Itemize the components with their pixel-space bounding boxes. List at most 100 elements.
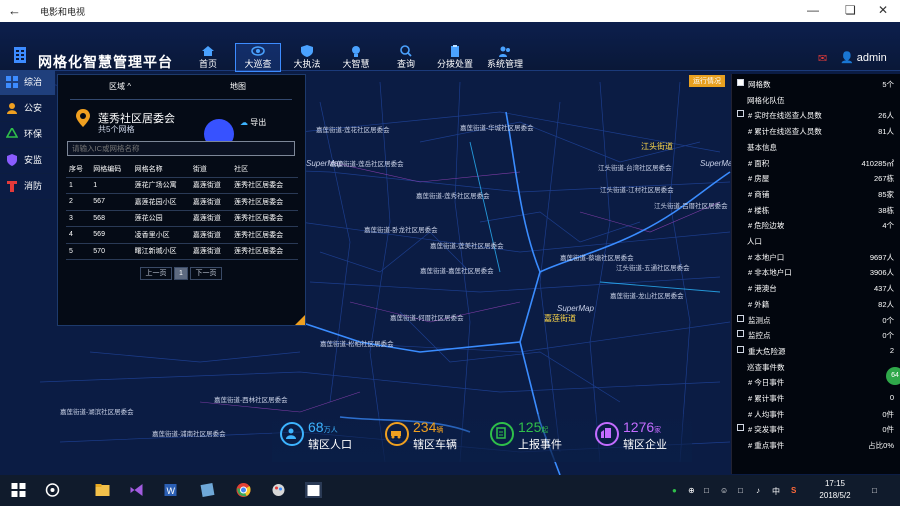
- stat-row-label: # 房屋: [748, 174, 770, 184]
- minimize-icon[interactable]: —: [807, 3, 819, 17]
- next-page-button[interactable]: 下一页: [190, 267, 222, 280]
- notification-center-icon[interactable]: □: [872, 486, 877, 495]
- table-row[interactable]: 5 570 曙江新城小区 嘉莲街道 莲秀社区居委会: [66, 243, 298, 260]
- table-row[interactable]: 3 568 莲花公园 嘉莲街道 莲秀社区居委会: [66, 210, 298, 227]
- visual-studio-icon[interactable]: [128, 482, 145, 498]
- car-icon: [385, 422, 409, 446]
- sidebar-item-label: 消防: [24, 181, 43, 191]
- stat-row[interactable]: # 实时在线巡查人员数 26人: [732, 107, 900, 122]
- stat-row-value: 38栋: [878, 205, 894, 215]
- system-clock[interactable]: 17:15 2018/5/2: [817, 479, 853, 500]
- map-label: 嘉莲街道-何厝社区居委会: [390, 315, 464, 322]
- stat-row: # 非本地户口 3906人: [732, 264, 900, 279]
- nav-system[interactable]: 系统管理: [483, 44, 527, 70]
- close-icon[interactable]: ✕: [878, 3, 888, 17]
- stat-number: 125: [518, 419, 542, 435]
- export-button[interactable]: ☁ 导出: [240, 117, 266, 128]
- stat-row[interactable]: 监控点 0个: [732, 327, 900, 342]
- col-header: 网格名称: [131, 161, 190, 178]
- file-explorer-icon[interactable]: [94, 482, 111, 498]
- sidebar-item-label: 公安: [24, 103, 43, 113]
- security-icon[interactable]: □: [704, 486, 709, 495]
- status-tag[interactable]: 运行情况: [689, 75, 725, 87]
- col-header: 社区: [231, 161, 298, 178]
- stat-row: # 累计事件 0: [732, 390, 900, 405]
- map-label: 嘉莲街道-松柏社区居委会: [320, 341, 394, 348]
- stat-row-label: 监控点: [748, 331, 771, 341]
- map-label: 江头街道-吕厝社区居委会: [654, 203, 728, 210]
- layer-checkbox[interactable]: [737, 110, 744, 118]
- layer-checkbox[interactable]: [737, 314, 744, 322]
- user-menu[interactable]: 👤 admin: [840, 51, 887, 64]
- stat-row-value: 26人: [878, 111, 894, 121]
- wifi-icon[interactable]: ●: [672, 486, 677, 495]
- mail-icon[interactable]: ✉: [818, 52, 827, 65]
- nav-home[interactable]: 首页: [186, 44, 230, 70]
- page-number-button[interactable]: 1: [174, 267, 188, 280]
- sidebar-item-gongan[interactable]: 公安: [0, 96, 55, 122]
- stat-row-label: 重大危险源: [748, 346, 786, 356]
- nav-label: 大智慧: [342, 59, 370, 69]
- tab-region[interactable]: 区域 ^: [70, 81, 170, 95]
- table-cell: 莲秀社区居委会: [231, 193, 298, 211]
- layer-checkbox[interactable]: [737, 330, 744, 338]
- table-cell: 嘉莲街道: [189, 177, 232, 194]
- table-cell: 曙江新城小区: [131, 243, 190, 260]
- nav-wisdom[interactable]: 大智慧: [334, 44, 378, 70]
- stat-row[interactable]: 重大危险源 2: [732, 343, 900, 358]
- stat-section-header: 巡查事件数: [732, 359, 900, 374]
- table-cell: 5: [66, 243, 91, 260]
- chrome-icon[interactable]: [235, 482, 252, 498]
- nav-enforcement[interactable]: 大执法: [285, 44, 329, 70]
- layer-checkbox[interactable]: [737, 79, 744, 86]
- stat-row-label: # 楼栋: [748, 205, 770, 215]
- notification-badge[interactable]: 64: [886, 367, 900, 385]
- volume-icon[interactable]: ♪: [756, 486, 760, 495]
- table-row[interactable]: 2 567 嘉莲花园小区 嘉莲街道 莲秀社区居委会: [66, 193, 298, 211]
- back-arrow-icon[interactable]: ←: [8, 3, 21, 18]
- task-view-icon[interactable]: [44, 482, 61, 498]
- layer-checkbox[interactable]: [737, 424, 744, 432]
- network-icon[interactable]: □: [738, 486, 743, 495]
- sidebar-item-label: 安监: [24, 155, 43, 165]
- word-icon[interactable]: W: [162, 482, 179, 498]
- nav-dispatch[interactable]: 分拨处置: [433, 44, 477, 70]
- language-indicator[interactable]: S: [791, 486, 796, 495]
- sidebar-item-anjian[interactable]: 安监: [0, 148, 55, 174]
- police-icon: [7, 103, 17, 114]
- stat-row[interactable]: 监测点 0个: [732, 312, 900, 327]
- windows-start-icon[interactable]: [10, 482, 27, 498]
- stat-section-header: 人口: [732, 233, 900, 248]
- table-row[interactable]: 4 569 凌香里小区 嘉莲街道 莲秀社区居委会: [66, 226, 298, 244]
- prev-page-button[interactable]: 上一页: [140, 267, 172, 280]
- layer-checkbox[interactable]: [737, 345, 744, 353]
- table-row[interactable]: 1 1 莲花广场公寓 嘉莲街道 莲秀社区居委会: [66, 177, 298, 194]
- stat-row-label: # 重点事件: [748, 441, 785, 451]
- tab-map[interactable]: 地图: [188, 81, 288, 95]
- stat-row: # 重点事件 占比0%: [732, 437, 900, 452]
- stat-row[interactable]: # 突发事件 0件: [732, 421, 900, 436]
- add-icon[interactable]: ⊕: [688, 486, 695, 495]
- resize-corner-icon[interactable]: [295, 315, 305, 325]
- people-tray-icon[interactable]: ☺: [720, 486, 728, 495]
- stat-row-value: 0个: [882, 331, 894, 341]
- paint-app-icon[interactable]: [270, 482, 287, 498]
- movies-tv-icon[interactable]: [305, 482, 322, 498]
- notes-app-icon[interactable]: [199, 482, 216, 498]
- ime-indicator[interactable]: 中: [772, 486, 780, 497]
- stat-unit: 起: [541, 427, 549, 434]
- map-label: 江头街道-五通社区居委会: [616, 265, 690, 272]
- restore-icon[interactable]: ❏: [845, 3, 856, 17]
- stat-row[interactable]: 网格数 5个: [732, 76, 900, 91]
- sidebar-item-xiaofang[interactable]: 消防: [0, 174, 55, 200]
- grid-search-input[interactable]: [67, 141, 295, 156]
- stat-number: 68: [308, 419, 324, 435]
- nav-patrol[interactable]: 大巡查: [235, 43, 281, 72]
- sidebar-item-huanbao[interactable]: 环保: [0, 122, 55, 148]
- col-header: 街道: [189, 161, 232, 178]
- sidebar-item-zongzhi[interactable]: 综治: [0, 70, 55, 96]
- table-cell: 莲秀社区居委会: [231, 177, 298, 194]
- stat-row-value: 267栋: [873, 174, 894, 184]
- nav-query[interactable]: 查询: [384, 44, 428, 70]
- stat-row: # 累计在线巡查人员数 81人: [732, 123, 900, 138]
